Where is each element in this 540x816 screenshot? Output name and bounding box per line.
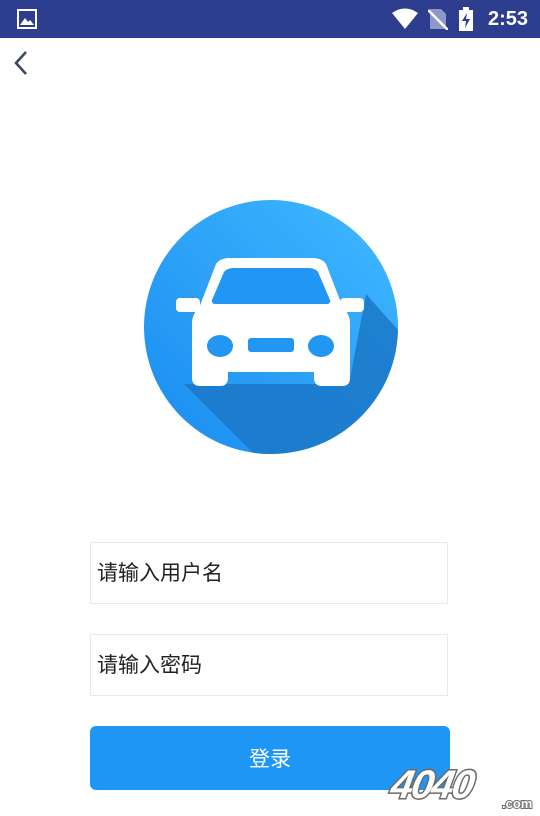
username-field[interactable] xyxy=(90,542,448,604)
no-sim-icon xyxy=(428,9,448,30)
password-field[interactable] xyxy=(90,634,448,696)
username-input[interactable] xyxy=(91,543,447,603)
status-time: 2:53 xyxy=(487,8,528,30)
gallery-icon xyxy=(17,9,37,29)
back-button[interactable] xyxy=(10,48,36,78)
car-logo xyxy=(144,200,398,454)
password-input[interactable] xyxy=(91,635,447,695)
chevron-left-icon xyxy=(14,51,27,75)
site-watermark: 4040 .com xyxy=(385,761,533,812)
watermark-suffix: .com xyxy=(502,796,532,811)
login-button-label: 登录 xyxy=(249,747,291,771)
battery-charging-icon xyxy=(459,7,473,31)
watermark-text: 4040 xyxy=(387,762,479,807)
status-bar: 2:53 xyxy=(0,0,540,38)
wifi-icon xyxy=(392,8,418,29)
